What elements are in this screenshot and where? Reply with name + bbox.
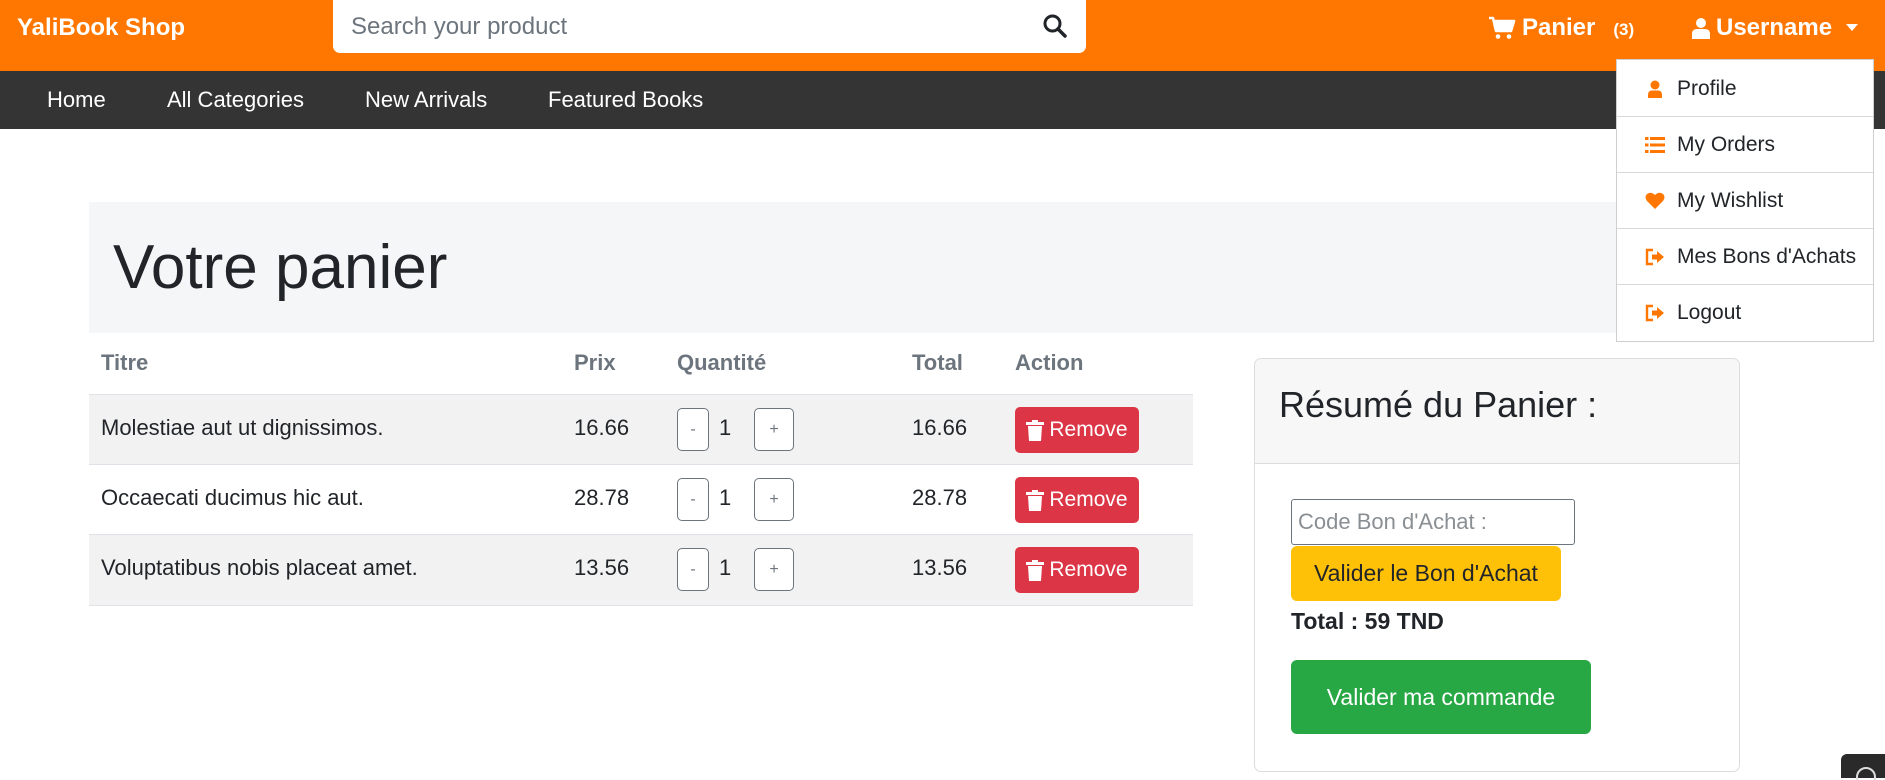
increase-quantity-button[interactable]: + — [754, 408, 794, 451]
search-icon[interactable] — [1042, 13, 1070, 41]
top-header: YaliBook Shop Panier (3) Username — [0, 0, 1885, 71]
sign-out-icon — [1645, 248, 1664, 266]
nav-featured-books[interactable]: Featured Books — [548, 87, 703, 113]
quantity-value: 1 — [719, 485, 732, 510]
cart-summary-card: Résumé du Panier : Valider le Bon d'Acha… — [1254, 358, 1740, 772]
user-icon — [1692, 18, 1710, 39]
product-price: 13.56 — [574, 555, 630, 580]
voucher-code-input[interactable] — [1291, 499, 1575, 545]
table-row: Occaecati ducimus hic aut. 28.78 - 1 + 2… — [89, 464, 1193, 535]
menu-item-profile[interactable]: Profile — [1617, 60, 1873, 117]
remove-label: Remove — [1049, 488, 1128, 511]
user-icon — [1648, 80, 1662, 98]
validate-voucher-button[interactable]: Valider le Bon d'Achat — [1291, 546, 1561, 601]
trash-icon — [1026, 559, 1045, 581]
menu-item-label: My Orders — [1677, 133, 1776, 156]
increase-quantity-button[interactable]: + — [754, 548, 794, 591]
remove-label: Remove — [1049, 418, 1128, 441]
product-title: Occaecati ducimus hic aut. — [101, 485, 364, 510]
nav-home[interactable]: Home — [47, 87, 106, 113]
menu-item-vouchers[interactable]: Mes Bons d'Achats — [1617, 228, 1873, 285]
product-title: Molestiae aut ut dignissimos. — [101, 415, 384, 440]
quantity-value: 1 — [719, 555, 732, 580]
column-header-title: Titre — [101, 350, 149, 375]
search-bar — [333, 0, 1086, 53]
remove-label: Remove — [1049, 558, 1128, 581]
row-total: 28.78 — [912, 485, 968, 510]
product-title: Voluptatibus nobis placeat amet. — [101, 555, 418, 580]
column-header-price: Prix — [574, 350, 616, 375]
menu-item-label: Mes Bons d'Achats — [1677, 245, 1857, 268]
remove-button[interactable]: Remove — [1015, 407, 1139, 453]
list-icon — [1645, 137, 1665, 153]
trash-icon — [1026, 419, 1045, 441]
table-divider — [89, 605, 1193, 606]
menu-item-my-orders[interactable]: My Orders — [1617, 116, 1873, 173]
quantity-value: 1 — [719, 415, 732, 440]
page-header: Votre panier — [89, 202, 1737, 333]
column-header-quantity: Quantité — [677, 350, 767, 375]
trash-icon — [1026, 489, 1045, 511]
product-price: 16.66 — [574, 415, 630, 440]
menu-item-logout[interactable]: Logout — [1617, 284, 1873, 340]
menu-item-label: Profile — [1677, 77, 1737, 100]
increase-quantity-button[interactable]: + — [754, 478, 794, 521]
heart-icon — [1645, 192, 1665, 209]
cart-link[interactable]: Panier (3) — [1488, 13, 1634, 43]
table-row: Molestiae aut ut dignissimos. 16.66 - 1 … — [89, 394, 1193, 465]
remove-button[interactable]: Remove — [1015, 547, 1139, 593]
decrease-quantity-button[interactable]: - — [677, 408, 709, 451]
column-header-total: Total — [912, 350, 963, 375]
menu-item-my-wishlist[interactable]: My Wishlist — [1617, 172, 1873, 229]
table-row: Voluptatibus nobis placeat amet. 13.56 -… — [89, 534, 1193, 605]
menu-item-label: My Wishlist — [1677, 189, 1784, 212]
decrease-quantity-button[interactable]: - — [677, 478, 709, 521]
summary-title: Résumé du Panier : — [1279, 384, 1598, 425]
username-label: Username — [1716, 14, 1833, 41]
nav-all-categories[interactable]: All Categories — [167, 87, 304, 113]
menu-item-label: Logout — [1677, 301, 1742, 324]
search-input[interactable] — [351, 13, 1011, 41]
remove-button[interactable]: Remove — [1015, 477, 1139, 523]
column-header-action: Action — [1015, 350, 1084, 375]
cart-label: Panier — [1522, 14, 1596, 41]
sign-out-icon — [1645, 304, 1664, 322]
user-menu-toggle[interactable]: Username — [1692, 13, 1859, 43]
cart-count-badge: (3) — [1613, 20, 1635, 39]
product-price: 28.78 — [574, 485, 630, 510]
brand-logo[interactable]: YaliBook Shop — [17, 14, 185, 42]
caret-down-icon — [1846, 24, 1859, 31]
decrease-quantity-button[interactable]: - — [677, 548, 709, 591]
row-total: 16.66 — [912, 415, 968, 440]
shopping-cart-icon — [1489, 16, 1516, 39]
nav-new-arrivals[interactable]: New Arrivals — [365, 87, 487, 113]
row-total: 13.56 — [912, 555, 968, 580]
cart-total: Total : 59 TND — [1291, 608, 1444, 634]
card-header: Résumé du Panier : — [1255, 359, 1739, 464]
floating-widget[interactable] — [1841, 754, 1885, 780]
main-nav: Home All Categories New Arrivals Feature… — [0, 71, 1885, 129]
user-dropdown-menu: Profile My Orders My Wishlist Mes Bons d… — [1616, 59, 1874, 342]
checkout-button[interactable]: Valider ma commande — [1291, 660, 1591, 734]
page-title: Votre panier — [113, 233, 448, 302]
